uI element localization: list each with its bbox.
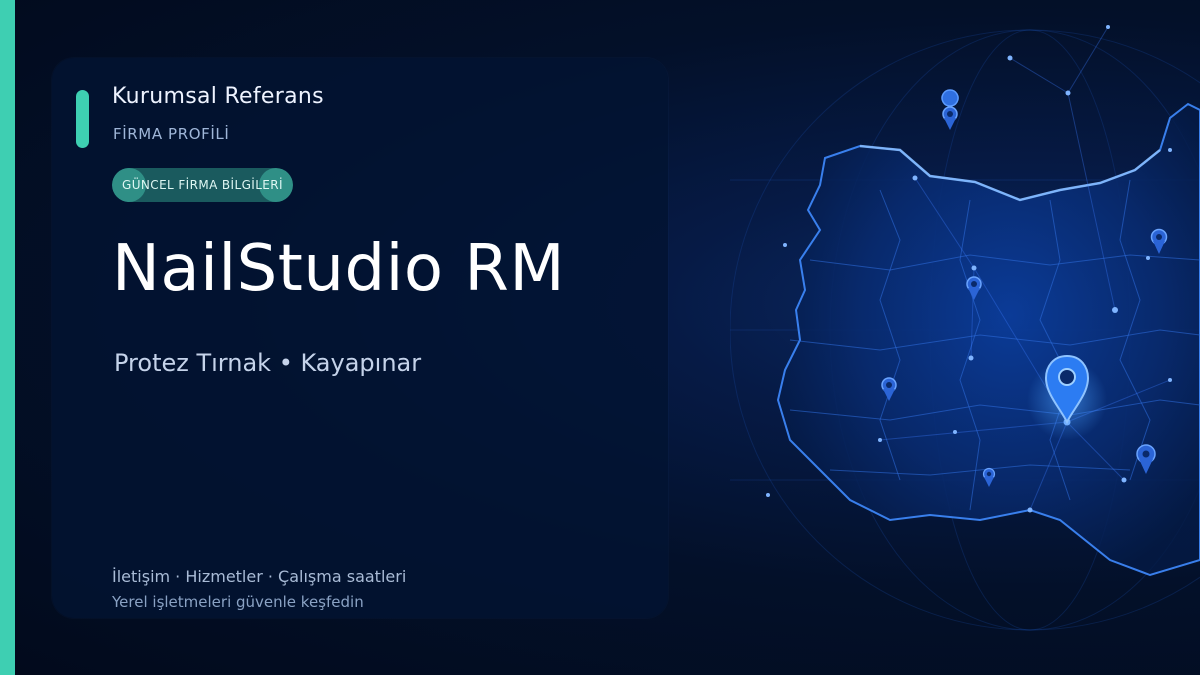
slide: Kurumsal Referans FİRMA PROFİLİ GÜNCEL F… — [0, 0, 1200, 675]
business-name: NailStudio RM — [112, 232, 566, 306]
status-badge: GÜNCEL FİRMA BİLGİLERİ — [112, 168, 293, 202]
land-mass — [776, 102, 1200, 577]
map-illustration — [730, 25, 1200, 631]
kicker-title: Kurumsal Referans — [112, 84, 324, 109]
map-pin-icon — [942, 106, 958, 130]
section-label: FİRMA PROFİLİ — [113, 125, 230, 143]
footer-tagline: Yerel işletmeleri güvenle keşfedin — [112, 593, 364, 611]
badge-label: GÜNCEL FİRMA BİLGİLERİ — [122, 178, 283, 192]
footer-links: İletişim · Hizmetler · Çalışma saatleri — [112, 567, 407, 586]
heading-accent-bar — [76, 90, 89, 148]
business-subtitle: Protez Tırnak • Kayapınar — [114, 349, 422, 377]
left-accent-bar — [0, 0, 15, 675]
